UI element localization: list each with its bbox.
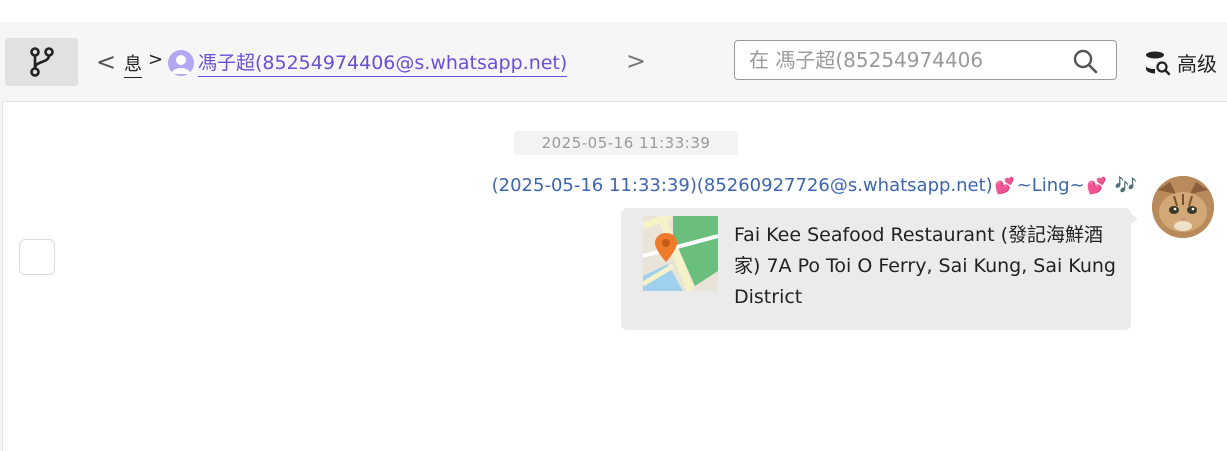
sender-avatar[interactable] bbox=[1152, 176, 1214, 238]
search-input[interactable] bbox=[749, 47, 1049, 73]
search-box bbox=[734, 40, 1117, 80]
breadcrumb-parent[interactable]: 息 bbox=[124, 50, 142, 78]
heart-emoji-right: 💕 bbox=[1086, 176, 1107, 195]
message-timestamp: 2025-05-16 11:33:39 bbox=[514, 131, 738, 155]
location-text: Fai Kee Seafood Restaurant (發記海鮮酒家) 7A P… bbox=[734, 224, 1116, 308]
database-search-icon bbox=[1145, 51, 1171, 75]
advanced-search-button[interactable]: 高级 bbox=[1143, 48, 1217, 77]
advanced-label: 高级 bbox=[1177, 52, 1217, 76]
location-message-bubble[interactable]: Fai Kee Seafood Restaurant (發記海鮮酒家) 7A P… bbox=[621, 208, 1138, 330]
top-strip bbox=[0, 0, 1227, 22]
branch-button[interactable] bbox=[5, 38, 78, 86]
breadcrumb-separator: > bbox=[148, 49, 164, 70]
heart-emoji-left: 💕 bbox=[994, 176, 1015, 195]
sender-prefix: (2025-05-16 11:33:39)(85260927726@s.what… bbox=[491, 175, 993, 196]
sender-line: (2025-05-16 11:33:39)(85260927726@s.what… bbox=[492, 175, 1137, 196]
chat-content: 2025-05-16 11:33:39 (2025-05-16 11:33:39… bbox=[2, 101, 1227, 451]
back-arrow-icon[interactable]: < bbox=[96, 50, 116, 74]
music-notes-emoji: 🎶 bbox=[1114, 175, 1137, 196]
cat-avatar-icon bbox=[1152, 176, 1214, 238]
forward-arrow-icon[interactable]: > bbox=[626, 49, 646, 73]
search-icon[interactable] bbox=[1072, 48, 1098, 74]
branch-icon bbox=[29, 47, 54, 77]
breadcrumb-contact-link[interactable]: 馮子超(85254974406@s.whatsapp.net) bbox=[198, 48, 568, 77]
contact-avatar-icon bbox=[168, 50, 194, 76]
message-select-checkbox[interactable] bbox=[19, 239, 55, 275]
toolbar: < 息 > 馮子超(85254974406@s.whatsapp.net) > … bbox=[0, 22, 1227, 90]
map-thumbnail-icon bbox=[643, 216, 718, 291]
sender-name: ~Ling~ bbox=[1016, 175, 1085, 196]
